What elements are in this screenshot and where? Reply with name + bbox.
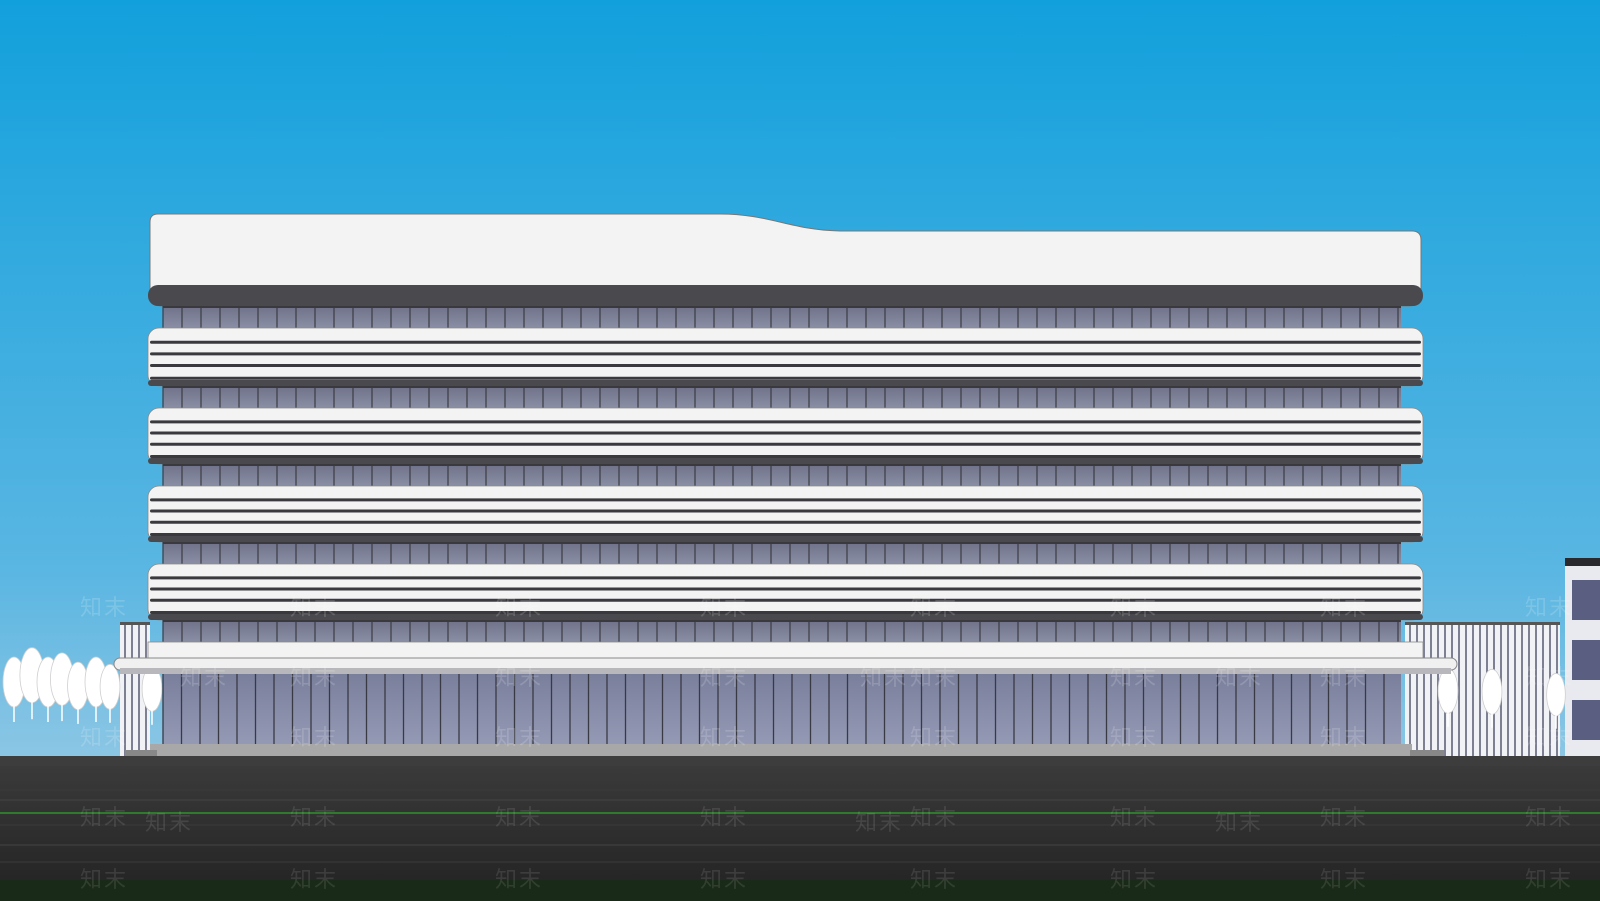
building-elevation-scene	[0, 0, 1600, 901]
ribbon-window	[163, 306, 1401, 328]
spandrel-bands	[147, 327, 1424, 387]
background-building-right	[1565, 558, 1600, 758]
ribbon-window	[163, 542, 1401, 564]
floor-4	[147, 542, 1424, 621]
spandrel-bands	[147, 485, 1424, 543]
spandrel-bands	[147, 563, 1424, 621]
main-building	[113, 213, 1458, 758]
floor-3	[147, 464, 1424, 543]
ground	[0, 756, 1600, 901]
spandrel-bands	[147, 407, 1424, 465]
ribbon-window	[163, 620, 1401, 642]
floor-1	[147, 306, 1424, 387]
ribbon-window	[163, 464, 1401, 486]
floor-5	[147, 620, 1424, 659]
roof-shadow-band	[148, 285, 1423, 306]
ground-floor-glazing	[163, 674, 1401, 744]
spandrel-bands	[147, 641, 1424, 659]
plinth	[150, 744, 1412, 756]
ribbon-window	[163, 386, 1401, 408]
floor-2	[147, 386, 1424, 465]
